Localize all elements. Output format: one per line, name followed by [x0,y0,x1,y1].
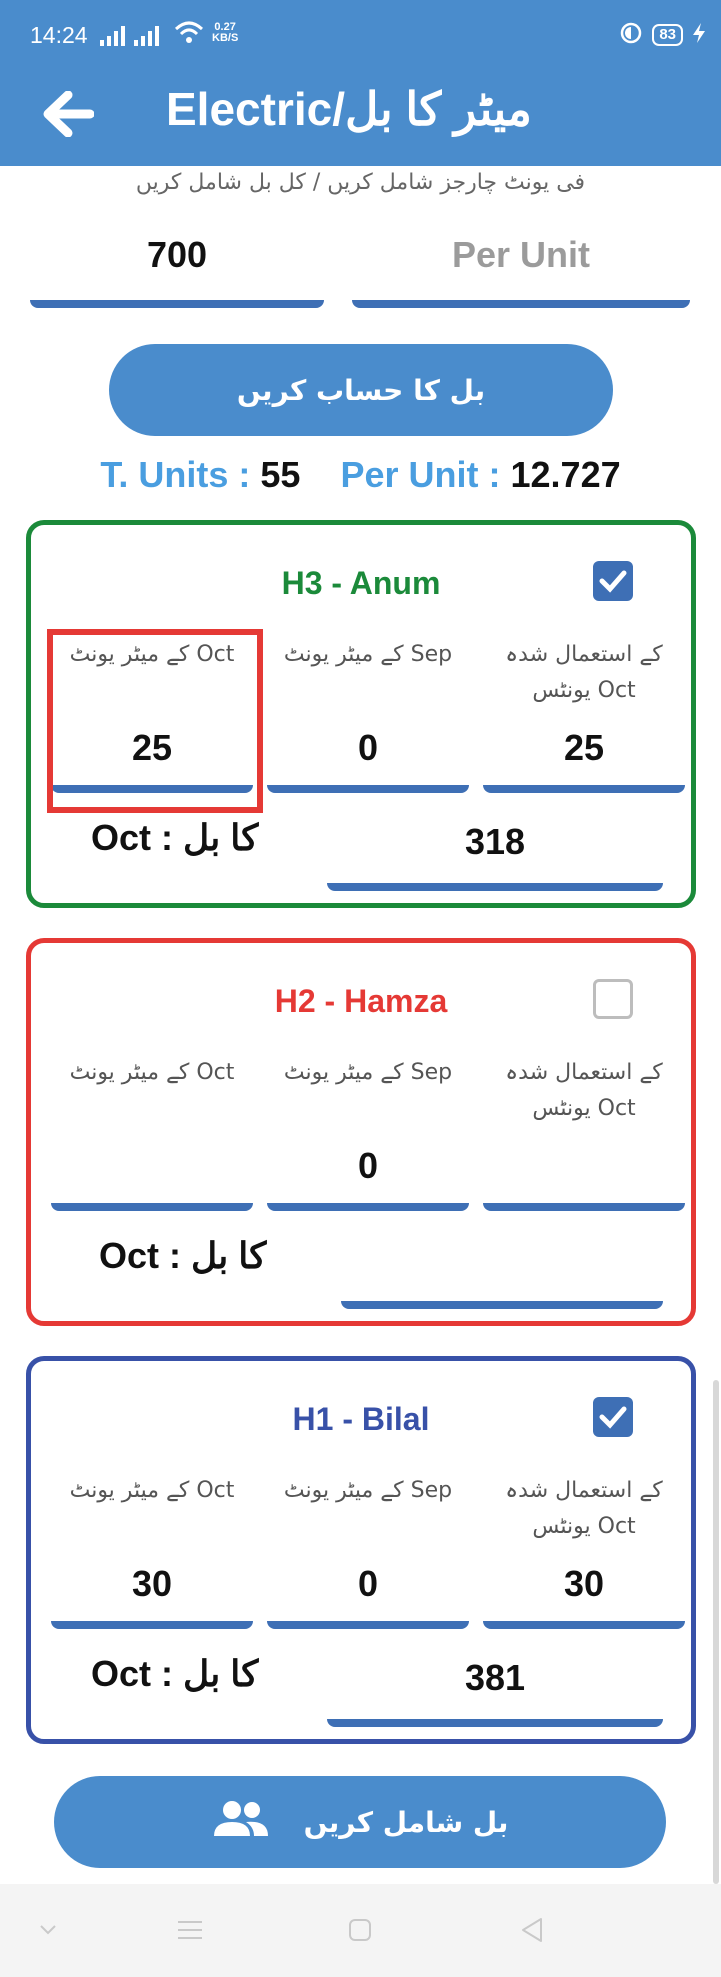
oct-units-caption: کے میٹر یونٹ Oct [69,1060,235,1085]
used-units-caption: کے استعمال شدہ یونٹس Oct [505,1478,663,1539]
card-title: H2 - Hamza [274,983,448,1019]
sep-units-caption: کے میٹر یونٹ Sep [283,642,453,667]
meter-card-h2: H2 - Hamza کے میٹر یونٹ Oct کے میٹر یونٹ… [26,938,696,1326]
input-underline [267,785,469,793]
bill-value: 318 [464,821,526,862]
bill-label: Oct : کا بل [91,1653,259,1694]
nav-collapse-button[interactable] [28,1912,68,1948]
used-units-value: 25 [563,727,605,768]
card-checkbox[interactable] [593,979,633,1019]
input-underline [483,1621,685,1629]
bill-label: Oct : کا بل [99,1235,267,1276]
nav-back-button[interactable] [512,1912,552,1948]
chevron-down-icon [40,1925,56,1935]
calculate-bill-button[interactable]: بل کا حساب کریں [109,344,613,436]
input-underline [483,785,685,793]
focus-highlight [47,629,263,813]
input-underline [51,1621,253,1629]
input-underline [267,1203,469,1211]
input-underline [483,1203,685,1211]
add-bill-button[interactable]: بل شامل کریں [54,1776,666,1868]
per-unit-placeholder: Per Unit [451,234,591,275]
scrollbar[interactable] [713,1380,719,1884]
input-underline [267,1621,469,1629]
totals-summary: T. Units : 55 Per Unit : 12.727 [0,454,721,496]
card-checkbox[interactable] [593,1397,633,1437]
used-units-value: 30 [563,1563,605,1604]
oct-units-value: 30 [131,1563,173,1604]
used-units-caption: کے استعمال شدہ یونٹس Oct [505,1060,663,1121]
checkbox-icon [599,570,627,593]
page-title: Electric/میٹر کا بل [166,83,532,135]
bill-underline [327,1719,663,1727]
charging-icon [693,23,705,47]
sep-units-caption: کے میٹر یونٹ Sep [283,1478,453,1503]
signal-icon [100,26,125,46]
sep-units-value: 0 [357,1145,379,1186]
status-bar: 14:24 0.27 KB/S 83 [0,0,721,75]
arrow-left-icon [43,91,94,137]
power-save-icon [620,22,642,48]
sep-units-value: 0 [357,727,379,768]
people-icon [212,1800,270,1845]
helper-text: فی یونٹ چارجز شامل کریں / کل بل شامل کری… [135,170,586,195]
input-underline [352,300,690,308]
total-bill-input[interactable]: 700 [30,226,324,308]
bill-underline [327,883,663,891]
bill-value: 381 [464,1657,526,1698]
bill-underline [341,1301,663,1309]
oct-units-caption: کے میٹر یونٹ Oct [69,1478,235,1503]
triangle-back-icon [522,1918,542,1942]
card-title: H1 - Bilal [292,1401,430,1437]
bill-label: Oct : کا بل [91,817,259,858]
meter-card-h3: H3 - Anum کے میٹر یونٹ Oct 25 کے میٹر یو… [26,520,696,908]
input-underline [51,1203,253,1211]
meter-card-h1: H1 - Bilal کے میٹر یونٹ Oct 30 کے میٹر ی… [26,1356,696,1744]
card-title: H3 - Anum [281,565,441,601]
total-units-label: T. Units : [100,454,251,495]
input-underline [30,300,324,308]
nav-menu-button[interactable] [170,1912,210,1948]
add-bill-label: بل شامل کریں [303,1805,509,1839]
card-checkbox[interactable] [593,561,633,601]
network-speed: 0.27 KB/S [212,22,238,44]
total-bill-value: 700 [146,234,208,275]
sep-units-caption: کے میٹر یونٹ Sep [283,1060,453,1085]
network-speed-unit: KB/S [212,32,239,44]
system-nav-bar [0,1884,721,1977]
status-time: 14:24 [30,22,88,48]
per-unit-input[interactable]: Per Unit [352,226,690,308]
per-unit-label: Per Unit : [340,454,501,495]
status-right: 83 [620,22,705,48]
nav-home-button[interactable] [340,1912,380,1948]
used-units-caption: کے استعمال شدہ یونٹس Oct [505,642,663,703]
wifi-icon [174,20,204,50]
home-square-icon [349,1919,371,1941]
total-units-value: 55 [260,454,301,495]
signal-icon [134,26,159,46]
per-unit-value: 12.727 [510,454,621,495]
battery-level: 83 [652,24,683,46]
sep-units-value: 0 [357,1563,379,1604]
back-button[interactable] [38,84,98,144]
checkbox-icon [599,1406,627,1429]
menu-icon [178,1921,202,1939]
app-header: 14:24 0.27 KB/S 83 Electric/میٹر کا بل [0,0,721,166]
